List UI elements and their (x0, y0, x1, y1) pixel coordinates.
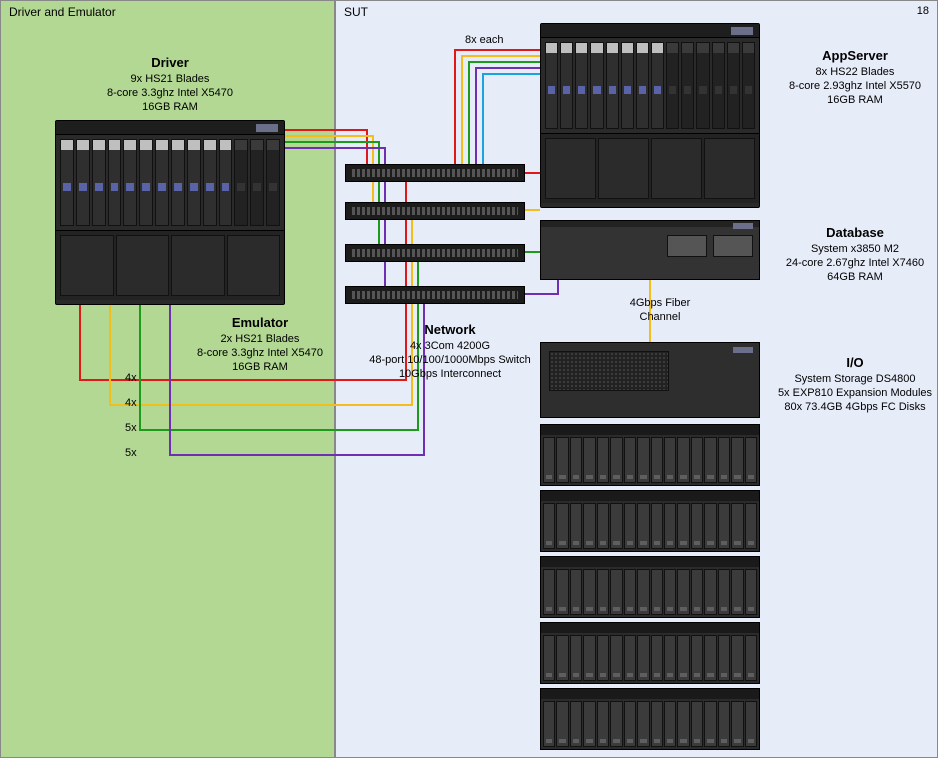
driver-blades: 9x HS21 Blades (90, 72, 250, 86)
appserver-ram: 16GB RAM (775, 93, 935, 107)
io-label: I/O System Storage DS4800 5x EXP810 Expa… (775, 355, 935, 415)
blade (545, 42, 558, 129)
blade-empty (742, 42, 755, 129)
blade (171, 139, 185, 226)
network-switch (345, 244, 525, 262)
blade (123, 139, 137, 226)
chassis-top (541, 24, 759, 38)
database-ram: 64GB RAM (775, 270, 935, 284)
blade (575, 42, 588, 129)
appserver-blades: 8x HS22 Blades (775, 65, 935, 79)
blade-empty (712, 42, 725, 129)
driver-title: Driver (90, 55, 250, 72)
ibm-logo-icon (731, 27, 753, 35)
count-5x: 5x (125, 422, 137, 434)
network-switch (345, 286, 525, 304)
driver-label: Driver 9x HS21 Blades 8-core 3.3ghz Inte… (90, 55, 250, 115)
emulator-ram: 16GB RAM (180, 360, 340, 374)
blade-empty (727, 42, 740, 129)
chassis-bottom (541, 133, 759, 203)
network-model: 4x 3Com 4200G (360, 339, 540, 353)
ibm-logo-icon (256, 124, 278, 132)
fiber-label: 4Gbps Fiber Channel (600, 296, 720, 325)
blade (651, 42, 664, 129)
database-title: Database (775, 225, 935, 242)
blade (187, 139, 201, 226)
expansion-tray (540, 688, 760, 750)
storage-controller (540, 342, 760, 418)
blade-slots (56, 135, 284, 230)
count-4x: 4x (125, 372, 137, 384)
appserver-title: AppServer (775, 48, 935, 65)
count-8x-each: 8x each (465, 34, 504, 46)
fiber-line2: Channel (600, 310, 720, 324)
blade (636, 42, 649, 129)
zone-title-left: Driver and Emulator (9, 5, 116, 19)
blade (60, 139, 74, 226)
chassis-top (56, 121, 284, 135)
blade (606, 42, 619, 129)
io-title: I/O (775, 355, 935, 372)
driver-cpu: 8-core 3.3ghz Intel X5470 (90, 86, 250, 100)
blade (560, 42, 573, 129)
fiber-line1: 4Gbps Fiber (600, 296, 720, 310)
network-ports: 48-port 10/100/1000Mbps Switch (360, 353, 540, 367)
page-number: 18 (917, 5, 929, 17)
blade (139, 139, 153, 226)
ibm-logo-icon (733, 347, 753, 353)
emulator-title: Emulator (180, 315, 340, 332)
blade-slots (541, 38, 759, 133)
appserver-label: AppServer 8x HS22 Blades 8-core 2.93ghz … (775, 48, 935, 108)
network-interconnect: 10Gbps Interconnect (360, 367, 540, 381)
vent-panel (549, 351, 669, 391)
emulator-label: Emulator 2x HS21 Blades 8-core 3.3ghz In… (180, 315, 340, 375)
database-label: Database System x3850 M2 24-core 2.67ghz… (775, 225, 935, 285)
expansion-tray (540, 490, 760, 552)
network-title: Network (360, 322, 540, 339)
count-4x: 4x (125, 397, 137, 409)
zone-title-right: SUT (344, 5, 368, 19)
blade-empty (681, 42, 694, 129)
expansion-tray (540, 556, 760, 618)
blade (155, 139, 169, 226)
io-model: System Storage DS4800 (775, 372, 935, 386)
network-label: Network 4x 3Com 4200G 48-port 10/100/100… (360, 322, 540, 382)
driver-ram: 16GB RAM (90, 100, 250, 114)
emulator-cpu: 8-core 3.3ghz Intel X5470 (180, 346, 340, 360)
appserver-cpu: 8-core 2.93ghz Intel X5570 (775, 79, 935, 93)
blade (203, 139, 217, 226)
driver-chassis (55, 120, 285, 305)
blade-empty (266, 139, 280, 226)
blade (621, 42, 634, 129)
appserver-chassis (540, 23, 760, 208)
blade (219, 139, 233, 226)
blade (76, 139, 90, 226)
network-switch (345, 164, 525, 182)
drive-bay (713, 235, 753, 257)
network-switch (345, 202, 525, 220)
database-server (540, 220, 760, 280)
blade-empty (666, 42, 679, 129)
count-5x: 5x (125, 447, 137, 459)
blade (108, 139, 122, 226)
ibm-logo-icon (733, 223, 753, 229)
chassis-bottom (56, 230, 284, 300)
drive-bay (667, 235, 707, 257)
blade-empty (234, 139, 248, 226)
io-disks: 80x 73.4GB 4Gbps FC Disks (775, 400, 935, 414)
blade (92, 139, 106, 226)
emulator-blades: 2x HS21 Blades (180, 332, 340, 346)
blade (590, 42, 603, 129)
database-cpu: 24-core 2.67ghz Intel X7460 (775, 256, 935, 270)
blade-empty (250, 139, 264, 226)
expansion-tray (540, 622, 760, 684)
blade-empty (696, 42, 709, 129)
database-model: System x3850 M2 (775, 242, 935, 256)
io-expansion: 5x EXP810 Expansion Modules (775, 386, 935, 400)
expansion-tray (540, 424, 760, 486)
